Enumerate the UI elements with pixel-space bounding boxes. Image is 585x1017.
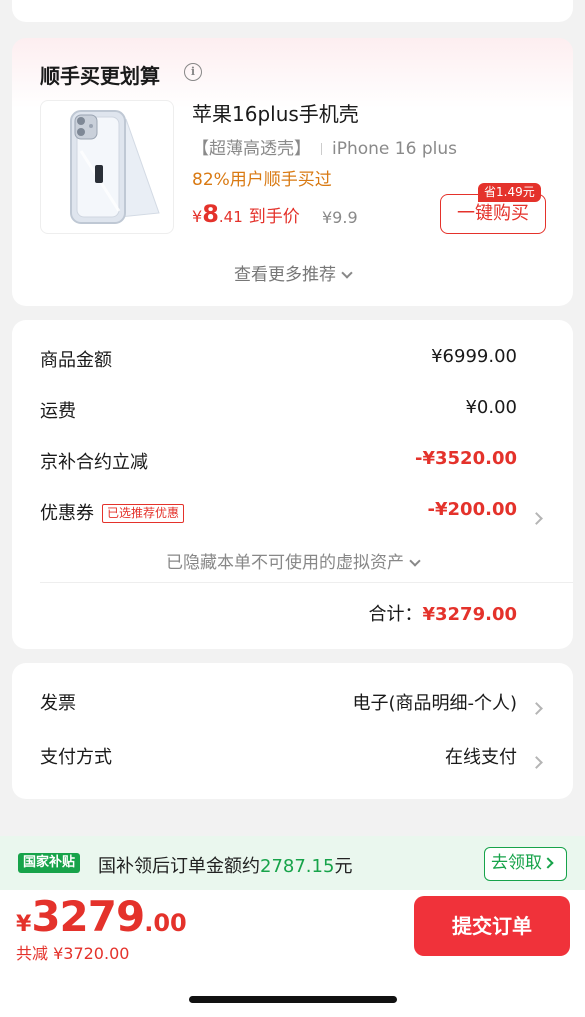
price-decimal: .41	[218, 208, 243, 226]
coupon-value: -¥200.00	[427, 499, 517, 520]
payment-method-value: 在线支付	[445, 747, 517, 768]
goods-amount-label: 商品金额	[40, 350, 112, 371]
goods-amount-value: ¥6999.00	[431, 346, 517, 367]
original-price: ¥9.9	[322, 208, 358, 227]
save-badge: 省1.49元	[478, 183, 541, 202]
claim-label: 去领取	[491, 853, 542, 873]
order-summary-card: 商品金额 ¥6999.00 运费 ¥0.00 京补合约立减 -¥3520.00 …	[12, 320, 573, 649]
subsidy-amount: 2787.15	[260, 856, 335, 877]
phone-case-icon	[70, 110, 160, 224]
payment-method-row[interactable]: 支付方式 在线支付	[40, 743, 545, 769]
info-icon[interactable]: i	[184, 63, 202, 81]
product-buy-rate: 82%用户顺手买过	[192, 170, 332, 190]
total-label: 合计：	[368, 604, 423, 625]
final-price: ¥3279.00	[16, 892, 187, 941]
previous-card	[12, 0, 573, 22]
product-price: ¥8.41 到手价	[192, 200, 300, 228]
hidden-assets-toggle[interactable]: 已隐藏本单不可使用的虚拟资产	[12, 548, 573, 573]
price-integer: 8	[202, 200, 219, 228]
invoice-value: 电子(商品明细-个人)	[352, 693, 517, 714]
more-recommend-label: 查看更多推荐	[234, 265, 336, 285]
coupon-selected-tag: 已选推荐优惠	[102, 504, 185, 523]
coupon-label: 优惠券	[40, 503, 94, 524]
claim-subsidy-button[interactable]: 去领取	[484, 847, 567, 881]
home-indicator[interactable]	[189, 996, 397, 1003]
product-spec: 【超薄高透壳】 iPhone 16 plus	[192, 134, 457, 159]
price-label: 到手价	[248, 207, 300, 227]
subsidy-discount-value: -¥3520.00	[415, 448, 517, 469]
chevron-right-icon	[530, 507, 543, 528]
product-image[interactable]	[40, 100, 174, 234]
order-total: 合计：¥3279.00	[368, 600, 517, 626]
coupon-label-group: 优惠券 已选推荐优惠	[40, 499, 185, 525]
submit-order-button[interactable]: 提交订单	[414, 896, 570, 956]
shipping-label: 运费	[40, 401, 76, 422]
subsidy-text-suffix: 元	[334, 856, 353, 877]
invoice-payment-card: 发票 电子(商品明细-个人) 支付方式 在线支付	[12, 663, 573, 799]
chevron-right-icon	[542, 857, 554, 869]
recommend-title: 顺手买更划算	[40, 64, 160, 88]
checkout-bar: ¥3279.00 共减 ¥3720.00 提交订单	[0, 890, 585, 1017]
invoice-label: 发票	[40, 693, 76, 714]
subsidy-text: 国补领后订单金额约2787.15元	[98, 852, 352, 878]
national-subsidy-bar: 国家补贴 国补领后订单金额约2787.15元 去领取	[0, 836, 585, 890]
subsidy-text-prefix: 国补领后订单金额约	[98, 856, 260, 877]
subsidy-discount-label: 京补合约立减	[40, 452, 148, 473]
coupon-row[interactable]: 优惠券 已选推荐优惠 -¥200.00	[40, 499, 545, 525]
national-subsidy-tag: 国家补贴	[18, 853, 81, 873]
product-name[interactable]: 苹果16plus手机壳	[192, 98, 359, 127]
chevron-right-icon	[530, 751, 543, 772]
shipping-value: ¥0.00	[465, 397, 517, 418]
chevron-right-icon	[530, 697, 543, 718]
chevron-down-icon	[409, 555, 421, 567]
chevron-down-icon	[341, 267, 353, 279]
recommend-card: 顺手买更划算 i 苹果16plus手机壳 【超薄高透壳】 iPhone 16 pl…	[12, 38, 573, 306]
final-price-integer: 3279	[31, 892, 145, 941]
final-price-currency: ¥	[16, 912, 32, 937]
hidden-assets-label: 已隐藏本单不可使用的虚拟资产	[166, 553, 404, 573]
total-discount: 共减 ¥3720.00	[16, 944, 130, 963]
final-price-decimal: .00	[144, 909, 187, 937]
price-currency: ¥	[192, 207, 203, 226]
payment-method-label: 支付方式	[40, 747, 112, 768]
total-value: ¥3279.00	[422, 604, 517, 625]
divider	[40, 582, 573, 583]
product-model: iPhone 16 plus	[332, 139, 457, 159]
product-tag: 【超薄高透壳】	[192, 139, 311, 159]
more-recommend-link[interactable]: 查看更多推荐	[12, 260, 573, 285]
invoice-row[interactable]: 发票 电子(商品明细-个人)	[40, 689, 545, 715]
spec-separator	[321, 143, 322, 155]
